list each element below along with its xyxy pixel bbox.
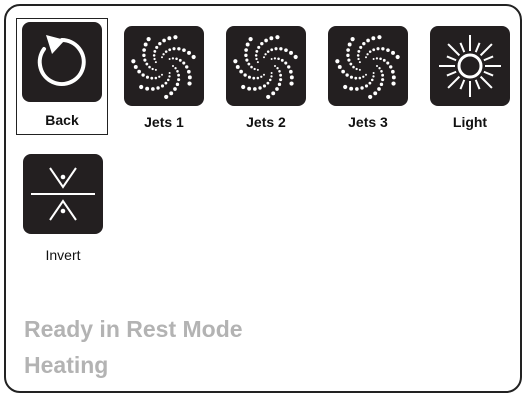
- jets-icon: [335, 35, 400, 100]
- back-button[interactable]: Back: [16, 18, 108, 135]
- invert-button[interactable]: Invert: [17, 154, 109, 263]
- invert-label: Invert: [45, 247, 81, 263]
- jets-icon: [233, 35, 298, 100]
- jets-1-label: Jets 1: [144, 114, 184, 130]
- jets-2-button[interactable]: Jets 2: [220, 26, 312, 130]
- light-label: Light: [452, 114, 488, 130]
- light-button[interactable]: Light: [424, 26, 516, 130]
- jets-icon: [131, 35, 196, 100]
- jets-3-button[interactable]: Jets 3: [322, 26, 414, 130]
- jets-1-button[interactable]: Jets 1: [118, 26, 210, 130]
- back-icon: [22, 22, 102, 102]
- invert-icon: [23, 154, 103, 234]
- status-text-mode: Ready in Rest Mode: [24, 316, 243, 342]
- sun-icon: [430, 26, 510, 106]
- jets-3-label: Jets 3: [348, 114, 388, 130]
- jets-2-label: Jets 2: [246, 114, 286, 130]
- status-text-heating: Heating: [24, 352, 109, 378]
- back-label: Back: [45, 112, 79, 128]
